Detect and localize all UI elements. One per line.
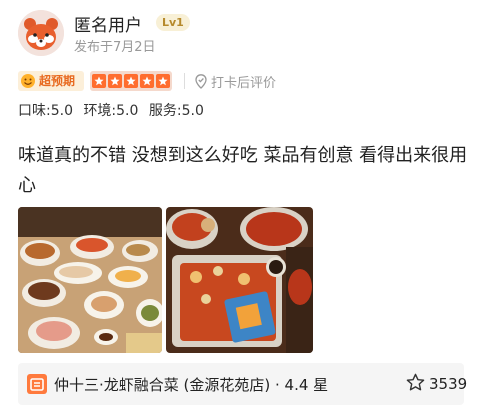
star-rating [90,71,172,91]
divider [184,73,185,89]
review-text: 味道真的不错 没想到这么好吃 菜品有创意 看得出来很用心 [18,145,468,196]
star-icon [140,74,154,88]
user-level-badge: Lv1 [156,14,190,31]
service-score: 服务:5.0 [148,103,204,119]
favorite-count: 3539 [429,375,468,393]
taste-score: 口味:5.0 [18,103,73,119]
favorite-star-icon[interactable] [406,373,425,392]
location-pin-icon [195,74,207,89]
happy-face-icon [21,74,35,88]
exceeds-expectation-badge: 超预期 [18,71,84,91]
environment-score: 环境:5.0 [83,103,139,119]
post-date: 发布于7月2日 [74,40,156,55]
badge-label: 超预期 [39,74,76,88]
star-icon [156,74,170,88]
user-avatar[interactable] [18,10,64,56]
restaurant-card[interactable]: 仲十三·龙虾融合菜 (金源花苑店) · 4.4 星 3539 [18,363,468,405]
restaurant-name-rating[interactable]: 仲十三·龙虾融合菜 (金源花苑店) · 4.4 星 [54,374,328,395]
review-photo[interactable] [18,207,162,353]
sub-scores: 口味:5.0 环境:5.0 服务:5.0 [18,100,210,120]
restaurant-icon [27,374,47,394]
star-icon [108,74,122,88]
star-icon [124,74,138,88]
username[interactable]: 匿名用户 [74,11,142,36]
review-photo[interactable] [166,207,313,353]
red-panda-avatar-icon [18,10,64,56]
star-icon [92,74,106,88]
checkin-label: 打卡后评价 [211,76,277,91]
